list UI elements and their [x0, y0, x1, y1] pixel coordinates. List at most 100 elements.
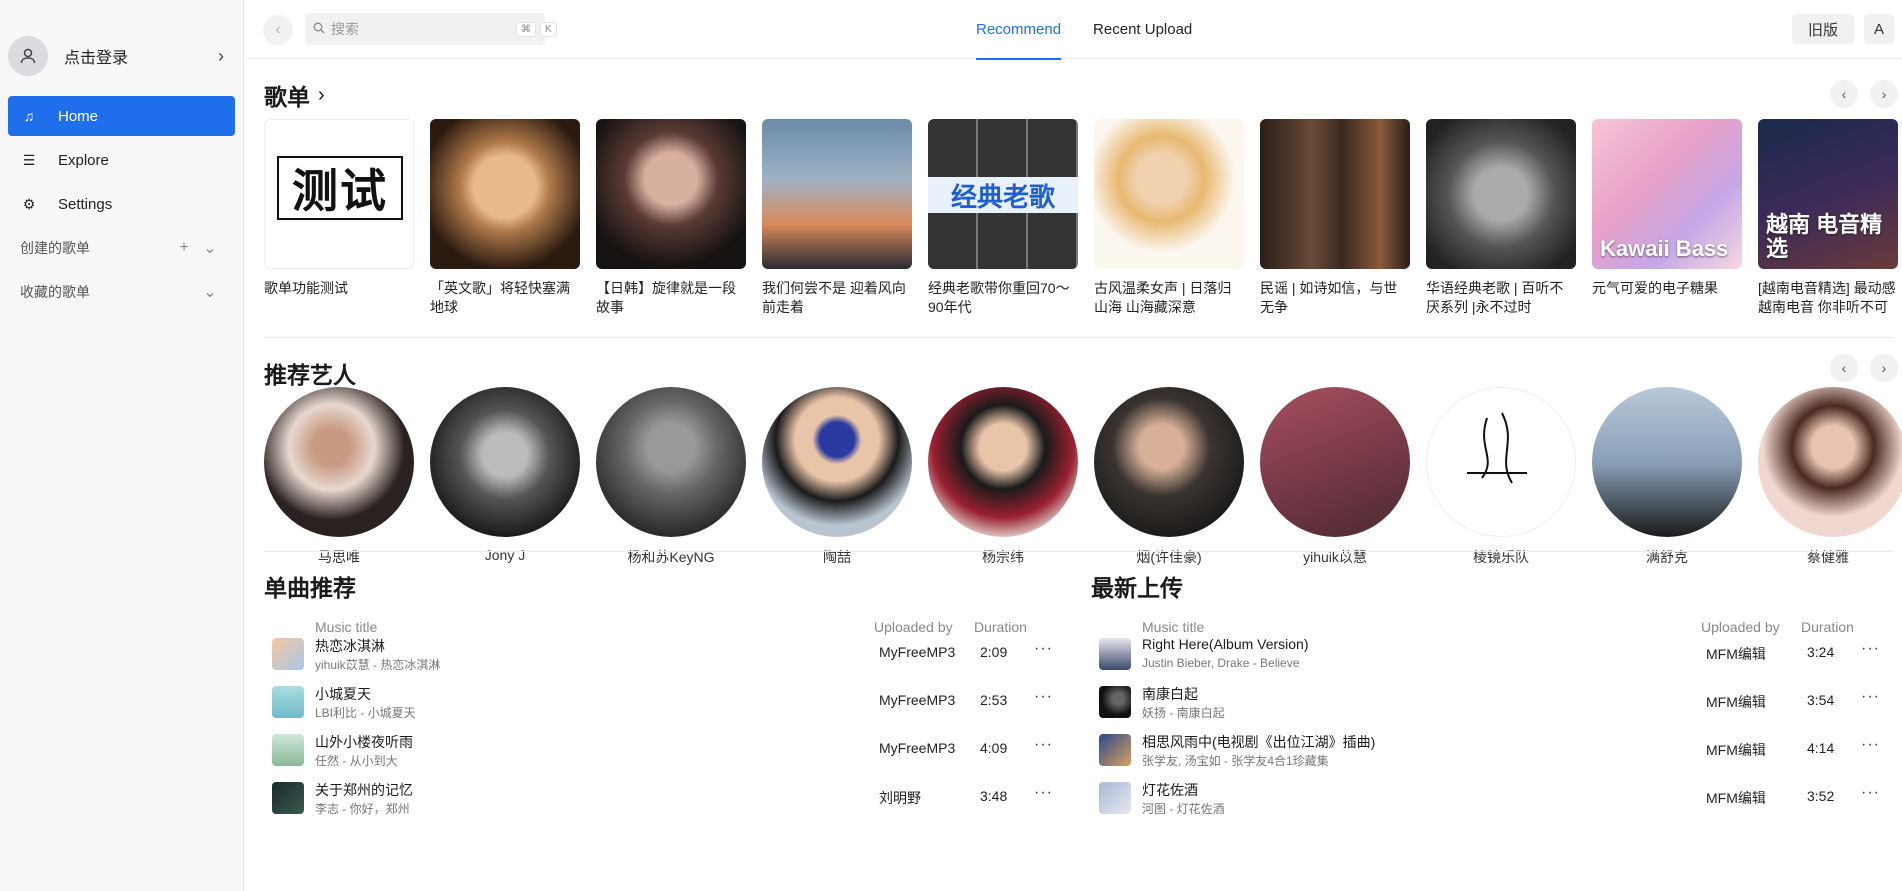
table-row[interactable]: Right Here(Album Version) Justin Bieber,… — [1091, 630, 1901, 678]
playlist-card[interactable]: 华语经典老歌 | 百听不厌系列 |永不过时 — [1426, 119, 1576, 317]
artist-avatar[interactable] — [762, 387, 912, 537]
table-row[interactable]: 小城夏天 LBI利比 - 小城夏天 MyFreeMP3 2:53 ··· — [264, 678, 1074, 726]
more-icon[interactable]: ··· — [1861, 688, 1880, 706]
playlist-cover[interactable] — [596, 119, 746, 269]
song-artist[interactable]: 任然 - 从小到大 — [315, 752, 398, 769]
artist-card[interactable]: 烟(许佳豪) — [1094, 387, 1244, 567]
login-label[interactable]: 点击登录 — [64, 44, 207, 68]
playlist-title[interactable]: 民谣 | 如诗如信，与世无争 — [1260, 279, 1410, 317]
song-thumb[interactable] — [1099, 638, 1131, 670]
table-row[interactable]: 南康白起 妖扬 - 南康白起 MFM编辑 3:54 ··· — [1091, 678, 1901, 726]
playlist-title[interactable]: 我们何尝不是 迎着风向前走着 — [762, 279, 912, 317]
artist-card[interactable]: 满舒克 — [1592, 387, 1742, 567]
more-icon[interactable]: ··· — [1034, 688, 1053, 706]
artist-avatar[interactable] — [1094, 387, 1244, 537]
song-artist[interactable]: 张学友, 汤宝如 - 张学友4合1珍藏集 — [1142, 752, 1329, 769]
search-box[interactable]: ⌘ K — [305, 13, 557, 45]
song-thumb[interactable] — [272, 686, 304, 718]
tab-recent-upload[interactable]: Recent Upload — [1093, 0, 1192, 59]
artist-name[interactable]: 蔡健雅 — [1758, 547, 1898, 567]
playlist-title[interactable]: 【日韩】旋律就是一段故事 — [596, 279, 746, 317]
playlist-card[interactable]: 越南 电音精选 [越南电音精选] 最动感越南电音 你非听不可 — [1758, 119, 1898, 317]
playlist-card[interactable]: 古风温柔女声 | 日落归山海 山海藏深意 — [1094, 119, 1244, 317]
artist-avatar[interactable] — [1260, 387, 1410, 537]
tab-recommend[interactable]: Recommend — [976, 0, 1062, 60]
song-title[interactable]: 灯花佐酒 — [1142, 780, 1198, 800]
artist-name[interactable]: Jony J — [430, 547, 580, 563]
playlist-cover[interactable]: 测试 — [264, 119, 414, 269]
artist-name[interactable]: 杨和苏KeyNG — [596, 547, 746, 567]
chevron-down-icon[interactable]: ⌄ — [197, 238, 223, 258]
playlist-cover[interactable] — [1260, 119, 1410, 269]
playlist-card[interactable]: 民谣 | 如诗如信，与世无争 — [1260, 119, 1410, 317]
song-thumb[interactable] — [1099, 734, 1131, 766]
song-artist[interactable]: LBI利比 - 小城夏天 — [315, 704, 416, 721]
playlist-title[interactable]: 元气可爱的电子糖果 — [1592, 279, 1742, 317]
artist-card[interactable]: 杨和苏KeyNG — [596, 387, 746, 567]
playlist-title[interactable]: [越南电音精选] 最动感越南电音 你非听不可 — [1758, 279, 1898, 317]
artist-name[interactable]: 杨宗纬 — [928, 547, 1078, 567]
playlist-card[interactable]: 我们何尝不是 迎着风向前走着 — [762, 119, 912, 317]
prev-button[interactable]: ‹ — [1830, 354, 1858, 382]
back-button[interactable]: ‹ — [263, 15, 293, 45]
song-title[interactable]: 南康白起 — [1142, 684, 1198, 704]
created-playlists-group[interactable]: 创建的歌单 + ⌄ — [8, 228, 235, 268]
playlist-cover[interactable]: Kawaii Bass — [1592, 119, 1742, 269]
login-row[interactable]: 点击登录 › — [8, 28, 235, 84]
artist-avatar[interactable] — [928, 387, 1078, 537]
playlist-card[interactable]: 测试 歌单功能测试 — [264, 119, 414, 317]
table-row[interactable]: 山外小楼夜听雨 任然 - 从小到大 MyFreeMP3 4:09 ··· — [264, 726, 1074, 774]
song-title[interactable]: Right Here(Album Version) — [1142, 636, 1309, 652]
sidebar-item-home[interactable]: ♫ Home — [8, 96, 235, 136]
song-artist[interactable]: 河图 - 灯花佐酒 — [1142, 800, 1225, 817]
collected-playlists-group[interactable]: 收藏的歌单 ⌄ — [8, 272, 235, 312]
avatar[interactable] — [8, 36, 48, 76]
plus-icon[interactable]: + — [171, 239, 197, 257]
song-thumb[interactable] — [272, 782, 304, 814]
song-title[interactable]: 关于郑州的记忆 — [315, 780, 413, 800]
artist-card[interactable]: Jony J — [430, 387, 580, 567]
song-artist[interactable]: yihuik苡慧 - 热恋冰淇淋 — [315, 656, 440, 673]
playlist-cover[interactable] — [1094, 119, 1244, 269]
artist-card[interactable]: 陶喆 — [762, 387, 912, 567]
playlist-card[interactable]: 【日韩】旋律就是一段故事 — [596, 119, 746, 317]
artist-name[interactable]: yihuik苡慧 — [1260, 547, 1410, 567]
playlist-title[interactable]: 歌单功能测试 — [264, 279, 414, 317]
playlist-card[interactable]: 「英文歌」将轻快塞满地球 — [430, 119, 580, 317]
artist-avatar[interactable] — [596, 387, 746, 537]
chevron-right-icon[interactable]: › — [207, 46, 235, 67]
more-icon[interactable]: ··· — [1034, 784, 1053, 802]
artist-avatar[interactable] — [1426, 387, 1576, 537]
playlist-card[interactable]: Kawaii Bass 元气可爱的电子糖果 — [1592, 119, 1742, 317]
table-row[interactable]: 热恋冰淇淋 yihuik苡慧 - 热恋冰淇淋 MyFreeMP3 2:09 ··… — [264, 630, 1074, 678]
song-artist[interactable]: 李志 - 你好，郑州 — [315, 800, 410, 817]
artist-card[interactable]: 杨宗纬 — [928, 387, 1078, 567]
more-icon[interactable]: ··· — [1861, 736, 1880, 754]
playlist-title[interactable]: 「英文歌」将轻快塞满地球 — [430, 279, 580, 317]
next-button[interactable]: › — [1870, 354, 1898, 382]
table-row[interactable]: 灯花佐酒 河图 - 灯花佐酒 MFM编辑 3:52 ··· — [1091, 774, 1901, 822]
song-thumb[interactable] — [272, 638, 304, 670]
playlist-title[interactable]: 经典老歌带你重回70～90年代 — [928, 279, 1078, 317]
more-icon[interactable]: ··· — [1861, 784, 1880, 802]
artist-avatar[interactable] — [430, 387, 580, 537]
table-row[interactable]: 关于郑州的记忆 李志 - 你好，郑州 刘明野 3:48 ··· — [264, 774, 1074, 822]
song-thumb[interactable] — [1099, 686, 1131, 718]
artist-name[interactable]: 满舒克 — [1592, 547, 1742, 567]
playlist-cover[interactable] — [430, 119, 580, 269]
song-artist[interactable]: Justin Bieber, Drake - Believe — [1142, 656, 1299, 670]
old-version-button[interactable]: 旧版 — [1792, 14, 1854, 44]
sidebar-item-settings[interactable]: ⚙ Settings — [8, 184, 235, 224]
more-icon[interactable]: ··· — [1034, 640, 1053, 658]
artist-name[interactable]: 陶喆 — [762, 547, 912, 567]
song-title[interactable]: 山外小楼夜听雨 — [315, 732, 413, 752]
song-thumb[interactable] — [272, 734, 304, 766]
language-button[interactable]: A — [1864, 14, 1894, 44]
playlist-title[interactable]: 古风温柔女声 | 日落归山海 山海藏深意 — [1094, 279, 1244, 317]
playlist-title[interactable]: 华语经典老歌 | 百听不厌系列 |永不过时 — [1426, 279, 1576, 317]
playlist-cover[interactable]: 经典老歌 — [928, 119, 1078, 269]
artist-name[interactable]: 马思唯 — [264, 547, 414, 567]
song-title[interactable]: 小城夏天 — [315, 684, 371, 704]
song-title[interactable]: 热恋冰淇淋 — [315, 636, 385, 656]
prev-button[interactable]: ‹ — [1830, 80, 1858, 108]
